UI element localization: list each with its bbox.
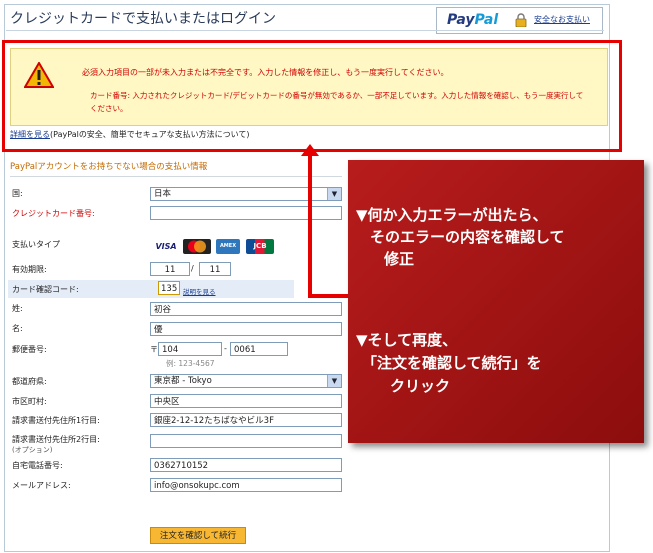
confirm-continue-button[interactable]: 注文を確認して続行	[150, 527, 246, 544]
address2-label: 請求書送付先住所2行目:	[12, 435, 100, 444]
city-input[interactable]: 中央区	[150, 394, 342, 408]
warning-icon	[24, 62, 54, 88]
postal-mark: 〒	[150, 345, 158, 354]
section-title: PayPalアカウントをお持ちでない場合の支払い情報	[10, 162, 208, 172]
expiry-month-input[interactable]: 11	[150, 262, 190, 276]
prefecture-value: 東京都 - Tokyo	[154, 376, 212, 386]
cvc-label: カード確認コード:	[12, 285, 79, 294]
address1-input[interactable]: 銀座2-12-12たちばなやビル3F	[150, 413, 342, 427]
postal-label: 郵便番号:	[12, 345, 47, 354]
first-name-input[interactable]: 優	[150, 322, 342, 336]
lock-icon	[515, 13, 527, 27]
cvc-help-link[interactable]: 説明を見る	[183, 286, 216, 296]
callout-line-6: クリック	[390, 377, 451, 395]
annotation-connector-vertical	[308, 150, 312, 298]
expiry-year-input[interactable]: 11	[199, 262, 231, 276]
card-number-input[interactable]	[150, 206, 342, 220]
address1-label: 請求書送付先住所1行目:	[12, 416, 100, 425]
paypal-logo-pay: Pay	[447, 12, 475, 28]
postal-code-2-input[interactable]: 0061	[230, 342, 288, 356]
card-number-label: クレジットカード番号:	[12, 209, 95, 218]
callout-line-4: ▼そして再度、	[356, 331, 458, 349]
country-select[interactable]: 日本 ▼	[150, 187, 342, 201]
first-name-label: 名:	[12, 324, 23, 333]
country-value: 日本	[154, 189, 172, 199]
email-label: メールアドレス:	[12, 481, 71, 490]
mastercard-icon	[183, 239, 211, 254]
address2-optional: (オプション)	[12, 446, 53, 454]
cvc-input[interactable]: 135	[158, 281, 180, 295]
visa-icon: VISA	[155, 242, 177, 251]
country-label: 国:	[12, 189, 23, 198]
jcb-icon: JCB	[246, 239, 274, 254]
address2-input[interactable]	[150, 434, 342, 448]
last-name-input[interactable]: 初谷	[150, 302, 342, 316]
secure-payment-link[interactable]: 安全なお支払い	[534, 14, 590, 25]
chevron-down-icon: ▼	[327, 188, 341, 200]
last-name-label: 姓:	[12, 304, 23, 313]
annotation-connector-horizontal	[308, 294, 350, 298]
chevron-down-icon: ▼	[327, 375, 341, 387]
mastercard-circles-icon	[188, 240, 206, 253]
error-detail-message: カード番号: 入力されたクレジットカード/デビットカードの番号が無効であるか、一…	[90, 91, 584, 113]
annotation-arrow-up-icon	[301, 144, 319, 156]
paypal-logo: PayPal	[447, 12, 498, 28]
details-text: (PayPalの安全、簡単でセキュアな支払い方法について)	[50, 130, 250, 139]
city-label: 市区町村:	[12, 397, 47, 406]
amex-icon: AMEX	[216, 239, 240, 254]
page-title: クレジットカードで支払いまたはログイン	[10, 11, 276, 27]
instruction-callout	[348, 160, 644, 443]
header-divider	[6, 30, 604, 31]
prefecture-label: 都道府県:	[12, 377, 47, 386]
details-link[interactable]: 詳細を見る	[10, 130, 50, 139]
callout-line-2: そのエラーの内容を確認して	[370, 228, 565, 246]
postal-hint: 例: 123-4567	[166, 359, 215, 368]
phone-label: 自宅電話番号:	[12, 461, 63, 470]
prefecture-select[interactable]: 東京都 - Tokyo ▼	[150, 374, 342, 388]
phone-input[interactable]: 0362710152	[150, 458, 342, 472]
expiry-separator: /	[191, 264, 194, 273]
expiry-label: 有効期限:	[12, 265, 47, 274]
callout-line-1: ▼何か入力エラーが出たら、	[356, 206, 548, 224]
postal-dash: -	[224, 344, 227, 353]
callout-line-5: 「注文を確認して続行」を	[362, 354, 542, 372]
postal-code-1-input[interactable]: 104	[158, 342, 222, 356]
paypal-logo-pal: Pal	[474, 12, 499, 28]
section-divider	[10, 176, 342, 177]
error-main-message: 必須入力項目の一部が未入力または不完全です。入力した情報を修正し、もう一度実行し…	[82, 68, 449, 77]
callout-line-3: 修正	[384, 250, 415, 268]
email-input[interactable]: info@onsokupc.com	[150, 478, 342, 492]
payment-type-label: 支払いタイプ	[12, 240, 60, 249]
details-line: 詳細を見る(PayPalの安全、簡単でセキュアな支払い方法について)	[10, 129, 250, 140]
